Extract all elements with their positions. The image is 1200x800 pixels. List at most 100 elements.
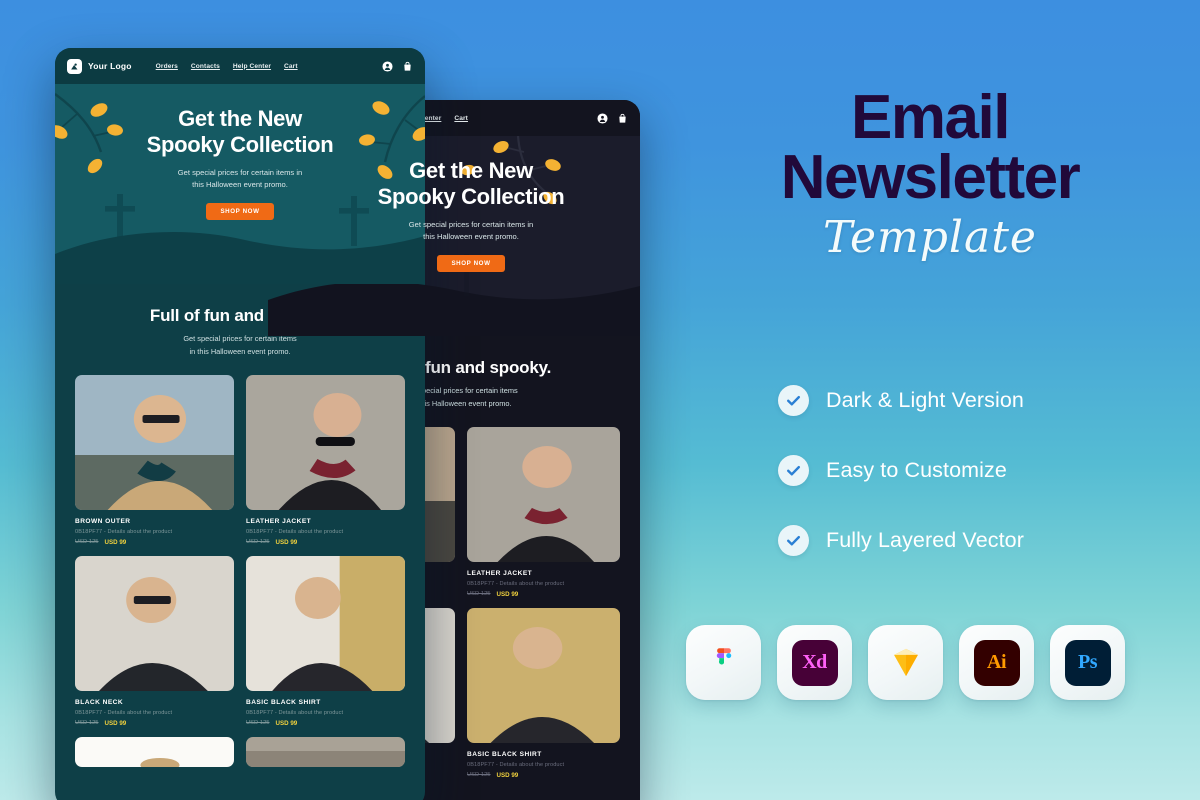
logo-badge: [67, 58, 82, 74]
nav-link-cart[interactable]: Cart: [284, 63, 298, 70]
nav-link-help-center[interactable]: Help Center: [233, 63, 271, 70]
bag-icon[interactable]: [402, 61, 413, 72]
feature-item: Fully Layered Vector: [778, 505, 1024, 575]
hero-subtitle-dark: Get special prices for certain items in …: [408, 219, 534, 242]
product-card[interactable]: LEATHER JACKET 0B18PF77 - Details about …: [246, 374, 405, 546]
app-tile-photoshop[interactable]: Ps: [1050, 625, 1125, 700]
promo-script-word: Template: [823, 212, 1037, 264]
product-image: [467, 426, 620, 562]
figma-icon: [701, 640, 747, 686]
app-tile-adobe-xd[interactable]: Xd: [777, 625, 852, 700]
hero-title-light: Get the New Spooky Collection: [146, 106, 334, 157]
photoshop-icon: Ps: [1064, 639, 1111, 686]
product-new-price: USD 99: [104, 719, 127, 727]
product-image: [75, 555, 234, 691]
logo-text: Your Logo: [88, 61, 132, 71]
navbar-light: Your Logo Orders Contacts Help Center Ca…: [55, 48, 425, 84]
product-name: LEATHER JACKET: [246, 517, 312, 525]
check-circle-icon: [778, 524, 809, 556]
product-card[interactable]: [246, 736, 405, 767]
nav-links-light: Orders Contacts Help Center Cart: [156, 63, 298, 70]
product-old-price: USD 125: [75, 539, 99, 546]
product-old-price: USD 125: [467, 591, 491, 598]
promo-title: Email Newsletter Template: [660, 83, 1200, 264]
hero-content-light: Get the New Spooky Collection Get specia…: [55, 84, 425, 220]
nav-icons-dark: [597, 112, 628, 124]
product-card[interactable]: LEATHER JACKET 0B18PF77 - Details about …: [467, 426, 620, 598]
product-old-price: USD 125: [75, 720, 99, 727]
product-description: 0B18PF77 - Details about the product: [467, 761, 565, 768]
product-description: 0B18PF77 - Details about the product: [246, 709, 344, 716]
app-tile-sketch[interactable]: [868, 625, 943, 700]
product-image: [75, 736, 234, 767]
hero-subtitle-light: Get special prices for certain items in …: [177, 167, 303, 190]
user-icon[interactable]: [597, 112, 608, 124]
nav-link-orders[interactable]: Orders: [156, 63, 178, 70]
product-old-price: USD 125: [467, 772, 491, 779]
bag-icon[interactable]: [617, 113, 628, 124]
product-name: BASIC BLACK SHIRT: [246, 698, 321, 706]
user-icon[interactable]: [382, 60, 393, 72]
section-subtitle-light: Get special prices for certain items in …: [183, 334, 297, 356]
product-new-price: USD 99: [496, 771, 519, 779]
product-price: USD 125 USD 99: [246, 720, 405, 727]
feature-label: Easy to Customize: [826, 457, 1007, 482]
app-icon-list: Xd Ai Ps: [686, 625, 1125, 700]
product-price: USD 125 USD 99: [75, 539, 234, 546]
product-image: [467, 607, 620, 743]
product-card[interactable]: [75, 736, 234, 767]
nav-icons-light: [382, 60, 413, 72]
product-description: 0B18PF77 - Details about the product: [75, 709, 173, 716]
product-image: [246, 555, 405, 691]
product-price: USD 125 USD 99: [467, 591, 620, 598]
product-grid-light: BROWN OUTER 0B18PF77 - Details about the…: [55, 359, 425, 767]
product-new-price: USD 99: [275, 719, 298, 727]
feature-item: Easy to Customize: [778, 435, 1024, 505]
product-new-price: USD 99: [275, 538, 298, 546]
product-card[interactable]: BASIC BLACK SHIRT 0B18PF77 - Details abo…: [467, 607, 620, 779]
product-description: 0B18PF77 - Details about the product: [246, 528, 344, 535]
product-new-price: USD 99: [104, 538, 127, 546]
check-circle-icon: [778, 454, 809, 486]
product-image: [246, 736, 405, 767]
product-name: BLACK NECK: [75, 698, 124, 706]
promo-title-line2: Newsletter: [780, 143, 1081, 213]
email-mockup-light: Your Logo Orders Contacts Help Center Ca…: [55, 48, 425, 800]
feature-label: Fully Layered Vector: [826, 527, 1024, 552]
shop-now-button-light[interactable]: SHOP NOW: [206, 202, 274, 220]
sketch-icon: [883, 640, 929, 686]
product-image: [75, 374, 234, 510]
product-name: BROWN OUTER: [75, 517, 131, 525]
illustrator-label: Ai: [987, 651, 1007, 673]
product-card[interactable]: BASIC BLACK SHIRT 0B18PF77 - Details abo…: [246, 555, 405, 727]
adobe-xd-label: Xd: [802, 651, 827, 673]
nav-link-contacts[interactable]: Contacts: [191, 63, 220, 70]
photoshop-label: Ps: [1078, 651, 1098, 673]
product-price: USD 125 USD 99: [246, 539, 405, 546]
check-circle-icon: [778, 384, 809, 416]
logo-icon: [71, 63, 78, 69]
product-old-price: USD 125: [246, 539, 270, 546]
mockups-area: Orders Contacts Help Center Cart: [0, 0, 660, 800]
product-card[interactable]: BROWN OUTER 0B18PF77 - Details about the…: [75, 374, 234, 546]
adobe-xd-icon: Xd: [791, 639, 838, 686]
product-new-price: USD 99: [496, 590, 519, 598]
promo-title-line1: Email: [851, 83, 1010, 152]
product-description: 0B18PF77 - Details about the product: [75, 528, 173, 535]
illustrator-icon: Ai: [973, 639, 1020, 686]
product-description: 0B18PF77 - Details about the product: [467, 580, 565, 587]
app-tile-figma[interactable]: [686, 625, 761, 700]
product-price: USD 125 USD 99: [467, 772, 620, 779]
feature-item: Dark & Light Version: [778, 365, 1024, 435]
feature-list: Dark & Light Version Easy to Customize F…: [778, 365, 1024, 575]
product-card[interactable]: BLACK NECK 0B18PF77 - Details about the …: [75, 555, 234, 727]
product-price: USD 125 USD 99: [75, 720, 234, 727]
product-name: LEATHER JACKET: [467, 569, 533, 577]
product-image: [246, 374, 405, 510]
shop-now-button-dark[interactable]: SHOP NOW: [437, 254, 505, 272]
product-name: BASIC BLACK SHIRT: [467, 750, 542, 758]
feature-label: Dark & Light Version: [826, 387, 1024, 412]
product-old-price: USD 125: [246, 720, 270, 727]
nav-link-cart[interactable]: Cart: [454, 115, 468, 122]
app-tile-illustrator[interactable]: Ai: [959, 625, 1034, 700]
